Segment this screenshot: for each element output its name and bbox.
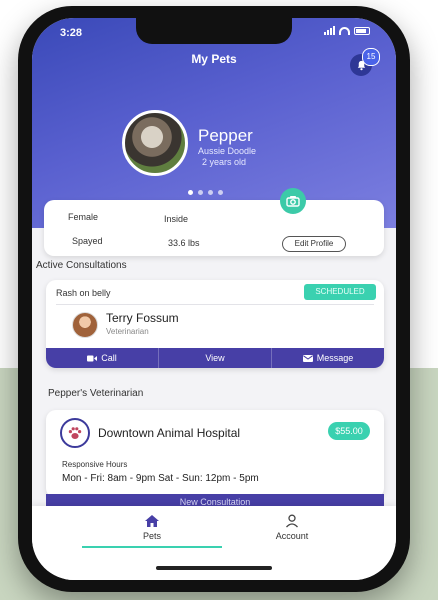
phone-notch bbox=[136, 18, 292, 44]
battery-icon bbox=[354, 26, 370, 35]
divider bbox=[56, 304, 374, 305]
status-icons bbox=[324, 26, 370, 35]
pet-avatar[interactable] bbox=[122, 110, 188, 176]
pet-neutered: Spayed bbox=[72, 236, 103, 246]
hospital-card[interactable]: Downtown Animal Hospital $55.00 Responsi… bbox=[46, 410, 384, 498]
pager-dot[interactable] bbox=[208, 190, 213, 195]
pager-dot[interactable] bbox=[188, 190, 193, 195]
pet-living: Inside bbox=[164, 214, 189, 224]
status-badge: SCHEDULED bbox=[304, 284, 376, 300]
account-icon bbox=[286, 514, 298, 528]
pet-name: Pepper bbox=[198, 126, 253, 145]
pet-header-background bbox=[32, 18, 396, 228]
view-button[interactable]: View bbox=[159, 348, 272, 368]
envelope-icon bbox=[302, 354, 313, 362]
consultation-card[interactable]: Rash on belly SCHEDULED Terry Fossum Vet… bbox=[46, 280, 384, 368]
vet-name: Terry Fossum bbox=[106, 311, 179, 325]
pet-weight: 33.6 lbs bbox=[168, 238, 200, 248]
home-indicator bbox=[156, 566, 272, 570]
pager-dot[interactable] bbox=[198, 190, 203, 195]
phone-frame: 3:28 My Pets 15 Pepper Aussie Doodle 2 y… bbox=[18, 6, 410, 592]
camera-icon bbox=[286, 196, 300, 207]
video-camera-icon bbox=[87, 355, 98, 361]
page-title: My Pets bbox=[191, 52, 237, 66]
active-tab-indicator bbox=[82, 546, 222, 548]
consultation-topic: Rash on belly bbox=[56, 288, 111, 298]
hospital-name: Downtown Animal Hospital bbox=[98, 426, 241, 440]
home-icon bbox=[145, 515, 159, 527]
phone-screen: 3:28 My Pets 15 Pepper Aussie Doodle 2 y… bbox=[32, 18, 396, 580]
change-photo-button[interactable] bbox=[280, 188, 306, 214]
message-button[interactable]: Message bbox=[272, 348, 384, 368]
tab-account[interactable]: Account bbox=[232, 514, 352, 541]
veterinarian-heading: Pepper's Veterinarian bbox=[48, 388, 144, 399]
hours-label: Responsive Hours bbox=[62, 460, 128, 469]
tab-account-label: Account bbox=[275, 531, 309, 541]
pager-dot[interactable] bbox=[218, 190, 223, 195]
vet-avatar bbox=[72, 312, 98, 338]
pet-sex: Female bbox=[68, 212, 99, 222]
consultation-actions: Call View Message bbox=[46, 348, 384, 368]
notification-count-badge: 15 bbox=[362, 48, 380, 66]
call-button[interactable]: Call bbox=[46, 348, 159, 368]
price-badge: $55.00 bbox=[328, 422, 370, 440]
pet-age: 2 years old bbox=[202, 157, 247, 167]
message-label: Message bbox=[316, 353, 354, 363]
status-time: 3:28 bbox=[60, 27, 83, 39]
pet-breed: Aussie Doodle bbox=[198, 146, 257, 156]
paw-icon bbox=[68, 427, 82, 439]
hospital-logo bbox=[60, 418, 90, 448]
hours-value: Mon - Fri: 8am - 9pm Sat - Sun: 12pm - 5… bbox=[62, 473, 259, 484]
tab-pets[interactable]: Pets bbox=[92, 514, 212, 541]
vet-role: Veterinarian bbox=[106, 327, 149, 336]
active-consultations-heading: Active Consultations bbox=[36, 260, 127, 271]
call-label: Call bbox=[101, 353, 117, 363]
pager-dots[interactable] bbox=[188, 190, 223, 195]
edit-profile-button[interactable]: Edit Profile bbox=[282, 236, 346, 252]
notifications-button[interactable]: 15 bbox=[350, 48, 380, 76]
pet-info-card: Female Inside Spayed 33.6 lbs Edit Profi… bbox=[44, 200, 384, 256]
tab-pets-label: Pets bbox=[142, 531, 161, 541]
signal-icon bbox=[324, 26, 335, 35]
view-label: View bbox=[205, 353, 225, 363]
wifi-icon bbox=[339, 26, 350, 35]
